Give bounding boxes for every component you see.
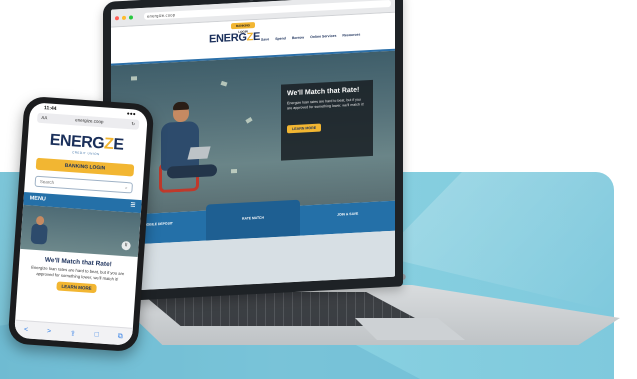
search-input[interactable]: Search ⌕ (34, 175, 134, 194)
back-icon[interactable]: < (24, 326, 29, 333)
person-graphic (173, 101, 189, 111)
minimize-window-icon[interactable] (122, 15, 126, 20)
laptop-graphic (187, 146, 211, 160)
browser-bottom-toolbar: < > ⇪ □ ⧉ (13, 319, 133, 346)
menu-label: MENU (29, 195, 47, 203)
hero-image: II (20, 204, 141, 258)
phone-screen: 11:44 ●●● AA energize.coop ↻ ENERGZE CRE… (13, 102, 149, 346)
bookmarks-icon[interactable]: □ (94, 331, 99, 338)
feature-rate-match[interactable]: RATE MATCH (205, 199, 301, 241)
money-graphic (231, 168, 237, 174)
nav-item-online-services[interactable]: Online Services (310, 34, 336, 39)
pause-icon[interactable]: II (121, 240, 131, 251)
nav-item-save[interactable]: Save (261, 37, 269, 41)
hero-body: Energize loan rates are hard to beat, bu… (287, 97, 364, 111)
logo-text-end: E (253, 30, 261, 44)
phone-device: 11:44 ●●● AA energize.coop ↻ ENERGZE CRE… (7, 95, 155, 353)
signal-icon: ●●● (126, 110, 136, 118)
hero-title: We'll Match that Rate! (287, 86, 360, 98)
nav-item-borrow[interactable]: Borrow (292, 35, 304, 40)
forward-icon[interactable]: > (47, 328, 52, 335)
tabs-icon[interactable]: ⧉ (117, 332, 123, 340)
person-graphic (161, 120, 199, 171)
money-graphic (245, 117, 253, 124)
money-graphic (220, 80, 228, 87)
nav-item-resources[interactable]: Resources (342, 33, 360, 38)
person-graphic (167, 164, 217, 179)
search-placeholder: Search (39, 179, 55, 186)
maximize-window-icon[interactable] (129, 14, 133, 20)
energize-logo[interactable]: ENERGZE (209, 31, 260, 46)
close-window-icon[interactable] (115, 15, 119, 20)
person-graphic (30, 223, 48, 245)
hamburger-icon[interactable]: ☰ (130, 199, 136, 212)
banking-login-button[interactable]: BANKING LOGIN (35, 157, 135, 177)
banking-login-button[interactable]: BANKING LOGIN (231, 22, 255, 34)
laptop-browser: energize.coop BANKING LOGIN ENERGZE Save… (111, 0, 395, 292)
learn-more-button[interactable]: LEARN MORE (56, 281, 97, 294)
search-icon[interactable]: ⌕ (125, 183, 128, 192)
reload-icon[interactable]: ↻ (131, 119, 135, 129)
share-icon[interactable]: ⇪ (70, 329, 76, 337)
text-size-button[interactable]: AA (41, 113, 48, 123)
logo-text: ENERG (49, 131, 105, 153)
product-showcase: energize.coop BANKING LOGIN ENERGZE Save… (0, 0, 637, 379)
nav-item-spend[interactable]: Spend (275, 36, 286, 41)
hero-card: We'll Match that Rate! Energize loan rat… (281, 79, 373, 161)
money-graphic (131, 76, 137, 81)
main-nav: Save Spend Borrow Online Services Resour… (261, 33, 360, 42)
hero-banner: We'll Match that Rate! Energize loan rat… (111, 50, 395, 216)
logo-text-end: E (112, 136, 125, 154)
logo-text: ENERG (209, 31, 247, 46)
learn-more-button[interactable]: LEARN MORE (287, 123, 322, 134)
url-text: energize.coop (75, 117, 104, 125)
